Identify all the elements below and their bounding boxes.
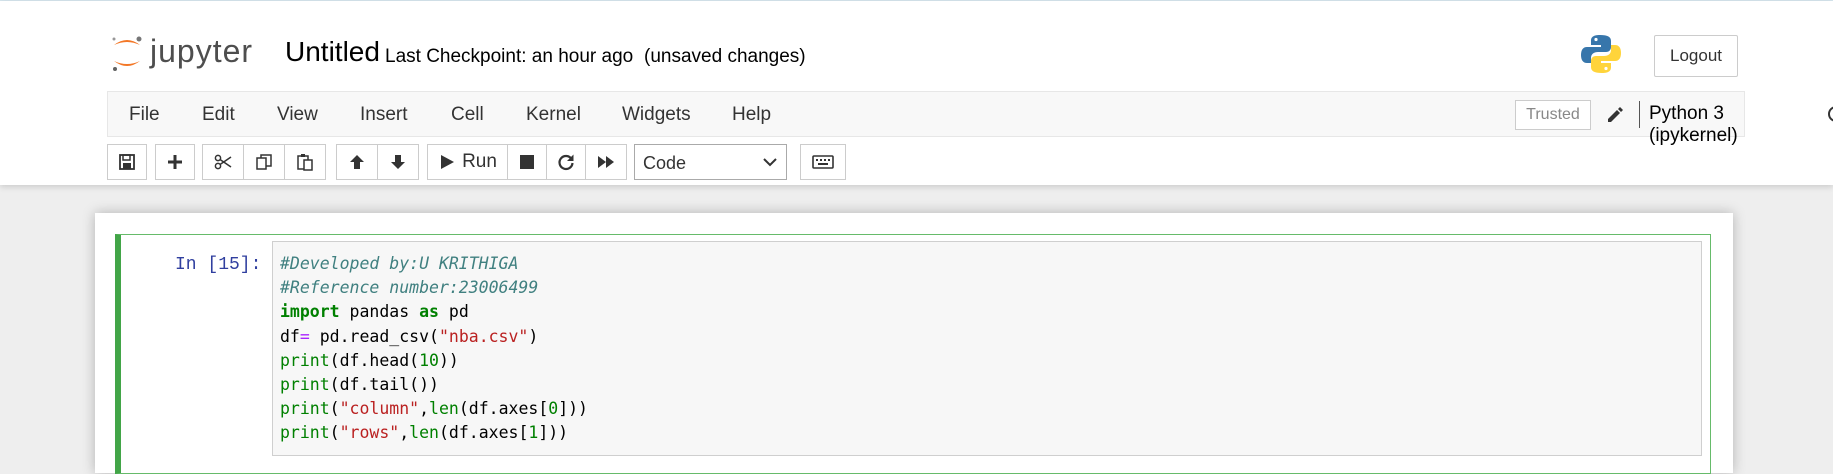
fast-forward-icon <box>598 156 614 168</box>
menu-insert[interactable]: Insert <box>360 104 408 126</box>
insert-cell-button[interactable] <box>155 144 195 180</box>
code-number: 0 <box>548 399 559 419</box>
code-token: pd <box>448 302 469 322</box>
code-string: "column" <box>339 399 420 419</box>
restart-icon <box>558 154 574 171</box>
code-text[interactable]: #Developed by:U KRITHIGA #Reference numb… <box>280 252 588 446</box>
code-token: ( <box>329 423 340 443</box>
menu-cell[interactable]: Cell <box>451 104 484 126</box>
code-token: )) <box>438 350 459 370</box>
kernel-idle-indicator <box>1828 106 1833 122</box>
code-token: , <box>399 423 410 443</box>
code-number: 10 <box>419 350 439 370</box>
move-down-button[interactable] <box>377 144 419 180</box>
menu-edit[interactable]: Edit <box>202 104 235 126</box>
move-up-button[interactable] <box>336 144 378 180</box>
code-builtin: print <box>280 350 330 370</box>
code-token: (df.tail()) <box>329 375 439 395</box>
code-token: (df.axes[ <box>458 399 549 419</box>
menu-bar: File Edit View Insert Cell Kernel Widget… <box>107 91 1833 146</box>
notebook-title[interactable]: Untitled <box>285 36 380 68</box>
command-palette-button[interactable] <box>800 144 846 180</box>
restart-run-all-button[interactable] <box>585 144 627 180</box>
kernel-name[interactable]: Python 3 (ipykernel) <box>1649 103 1744 147</box>
code-builtin: print <box>280 399 330 419</box>
run-button[interactable]: Run <box>427 144 508 180</box>
chevron-down-icon <box>763 158 777 167</box>
code-builtin: print <box>280 375 330 395</box>
menu-widgets[interactable]: Widgets <box>622 104 691 126</box>
cut-icon <box>214 154 232 170</box>
paste-button[interactable] <box>284 144 326 180</box>
code-token: pd.read_csv( <box>309 326 439 346</box>
cell-type-value: Code <box>643 153 687 173</box>
jupyter-logo[interactable]: jupyter <box>110 31 270 77</box>
code-number: 1 <box>528 423 539 443</box>
run-label: Run <box>462 151 497 172</box>
arrow-up-icon <box>350 155 364 169</box>
plus-icon <box>168 155 182 169</box>
save-button[interactable] <box>107 144 147 180</box>
copy-icon <box>256 154 272 170</box>
code-builtin: print <box>280 423 330 443</box>
kernel-separator <box>1639 101 1640 128</box>
code-comment: #Developed by:U KRITHIGA <box>280 254 519 273</box>
code-token: , <box>419 399 430 419</box>
menu-view[interactable]: View <box>277 104 318 126</box>
code-token: (df.axes[ <box>438 423 529 443</box>
keyboard-icon <box>812 155 834 169</box>
code-editor[interactable]: #Developed by:U KRITHIGA #Reference numb… <box>272 241 1702 456</box>
cut-button[interactable] <box>202 144 244 180</box>
code-comment: #Reference number:23006499 <box>280 278 539 298</box>
trusted-indicator[interactable]: Trusted <box>1515 100 1591 130</box>
code-string: "rows" <box>339 423 400 443</box>
arrow-down-icon <box>391 155 405 169</box>
paste-icon <box>297 154 313 171</box>
code-token: ) <box>528 326 539 346</box>
code-token: pandas <box>349 302 410 322</box>
copy-button[interactable] <box>243 144 285 180</box>
cell-prompt: In [15]: <box>175 255 262 275</box>
restart-button[interactable] <box>546 144 586 180</box>
code-cell-selected[interactable]: In [15]: #Developed by:U KRITHIGA #Refer… <box>115 234 1711 474</box>
code-keyword: import <box>280 302 340 322</box>
python-logo-icon <box>1581 35 1621 73</box>
code-token: ])) <box>558 399 588 419</box>
menu-kernel[interactable]: Kernel <box>526 104 581 126</box>
pencil-icon[interactable] <box>1605 104 1625 124</box>
menu-file[interactable]: File <box>129 104 160 126</box>
checkpoint-status: Last Checkpoint: an hour ago <box>385 46 634 67</box>
menu-help[interactable]: Help <box>732 104 771 126</box>
notebook-header: jupyter Untitled Last Checkpoint: an hou… <box>0 1 1833 185</box>
code-builtin: len <box>429 399 459 419</box>
logo-text: jupyter <box>150 33 254 69</box>
stop-icon <box>520 155 534 169</box>
code-builtin: len <box>409 423 439 443</box>
code-keyword: as <box>419 302 439 322</box>
logout-button[interactable]: Logout <box>1654 35 1738 77</box>
play-icon <box>441 155 455 169</box>
notebook-container: In [15]: #Developed by:U KRITHIGA #Refer… <box>95 213 1733 474</box>
code-token: (df.head( <box>329 350 420 370</box>
code-token: df <box>280 326 300 346</box>
code-string: "nba.csv" <box>438 326 529 346</box>
code-token: ])) <box>538 423 569 443</box>
jupyter-logo-icon <box>112 36 142 71</box>
save-status: (unsaved changes) <box>644 46 806 67</box>
cell-type-select[interactable]: Code <box>634 144 787 180</box>
save-icon <box>119 154 135 170</box>
code-token: ( <box>329 399 340 419</box>
interrupt-button[interactable] <box>507 144 547 180</box>
code-operator: = <box>299 326 310 346</box>
